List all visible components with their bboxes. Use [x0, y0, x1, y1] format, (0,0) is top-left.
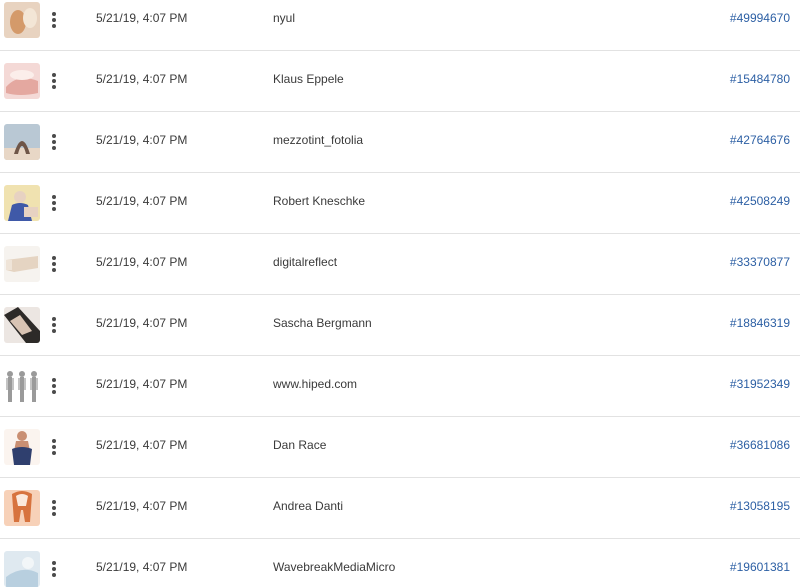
more-vertical-icon[interactable] — [47, 187, 61, 219]
created-date: 5/21/19, 4:07 PM — [96, 133, 188, 147]
asset-id-link[interactable]: #13058195 — [730, 499, 790, 513]
author-name: Andrea Danti — [273, 499, 344, 513]
created-date: 5/21/19, 4:07 PM — [96, 499, 188, 513]
asset-id-link[interactable]: #42508249 — [730, 194, 790, 208]
more-vertical-icon[interactable] — [47, 248, 61, 280]
table-row[interactable]: 5/21/19, 4:07 PM digitalreflect #3337087… — [0, 234, 800, 295]
created-date: 5/21/19, 4:07 PM — [96, 11, 188, 25]
author-name: mezzotint_fotolia — [273, 133, 364, 147]
created-date: 5/21/19, 4:07 PM — [96, 316, 188, 330]
asset-id-link[interactable]: #36681086 — [730, 438, 790, 452]
asset-list: 5/21/19, 4:07 PM nyul #49994670 5/21/19,… — [0, 0, 800, 587]
more-vertical-icon[interactable] — [47, 492, 61, 524]
created-date: 5/21/19, 4:07 PM — [96, 438, 188, 452]
table-row[interactable]: 5/21/19, 4:07 PM Dan Race #36681086 — [0, 417, 800, 478]
photo-thumbnail-icon[interactable] — [4, 368, 40, 404]
photo-thumbnail-icon[interactable] — [4, 307, 40, 343]
table-row[interactable]: 5/21/19, 4:07 PM mezzotint_fotolia #4276… — [0, 112, 800, 173]
created-date: 5/21/19, 4:07 PM — [96, 194, 188, 208]
asset-id-link[interactable]: #49994670 — [730, 11, 790, 25]
photo-thumbnail-icon[interactable] — [4, 490, 40, 526]
author-name: nyul — [273, 11, 296, 25]
author-name: digitalreflect — [273, 255, 338, 269]
author-name: Robert Kneschke — [273, 194, 366, 208]
more-vertical-icon[interactable] — [47, 431, 61, 463]
table-row[interactable]: 5/21/19, 4:07 PM Klaus Eppele #15484780 — [0, 51, 800, 112]
photo-thumbnail-icon[interactable] — [4, 2, 40, 38]
author-name: WavebreakMediaMicro — [273, 560, 396, 574]
created-date: 5/21/19, 4:07 PM — [96, 72, 188, 86]
table-row[interactable]: 5/21/19, 4:07 PM Robert Kneschke #425082… — [0, 173, 800, 234]
photo-thumbnail-icon[interactable] — [4, 185, 40, 221]
table-row[interactable]: 5/21/19, 4:07 PM WavebreakMediaMicro #19… — [0, 539, 800, 587]
author-name: www.hiped.com — [273, 377, 358, 391]
created-date: 5/21/19, 4:07 PM — [96, 377, 188, 391]
asset-id-link[interactable]: #33370877 — [730, 255, 790, 269]
photo-thumbnail-icon[interactable] — [4, 63, 40, 99]
asset-id-link[interactable]: #15484780 — [730, 72, 790, 86]
author-name: Dan Race — [273, 438, 327, 452]
asset-id-link[interactable]: #18846319 — [730, 316, 790, 330]
more-vertical-icon[interactable] — [47, 65, 61, 97]
more-vertical-icon[interactable] — [47, 553, 61, 585]
asset-id-link[interactable]: #31952349 — [730, 377, 790, 391]
photo-thumbnail-icon[interactable] — [4, 429, 40, 465]
photo-thumbnail-icon[interactable] — [4, 246, 40, 282]
table-row[interactable]: 5/21/19, 4:07 PM Andrea Danti #13058195 — [0, 478, 800, 539]
created-date: 5/21/19, 4:07 PM — [96, 255, 188, 269]
more-vertical-icon[interactable] — [47, 126, 61, 158]
more-vertical-icon[interactable] — [47, 370, 61, 402]
author-name: Klaus Eppele — [273, 72, 344, 86]
table-row[interactable]: 5/21/19, 4:07 PM Sascha Bergmann #188463… — [0, 295, 800, 356]
asset-id-link[interactable]: #42764676 — [730, 133, 790, 147]
table-row[interactable]: 5/21/19, 4:07 PM www.hiped.com #31952349 — [0, 356, 800, 417]
author-name: Sascha Bergmann — [273, 316, 372, 330]
table-row[interactable]: 5/21/19, 4:07 PM nyul #49994670 — [0, 0, 800, 51]
more-vertical-icon[interactable] — [47, 4, 61, 36]
more-vertical-icon[interactable] — [47, 309, 61, 341]
asset-id-link[interactable]: #19601381 — [730, 560, 790, 574]
created-date: 5/21/19, 4:07 PM — [96, 560, 188, 574]
photo-thumbnail-icon[interactable] — [4, 551, 40, 587]
photo-thumbnail-icon[interactable] — [4, 124, 40, 160]
